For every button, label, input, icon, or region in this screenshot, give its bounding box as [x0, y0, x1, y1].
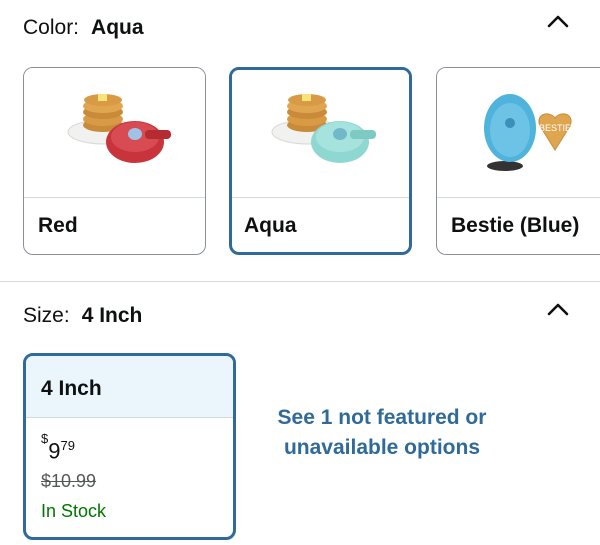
product-image-red [24, 68, 205, 197]
price-fraction: 79 [60, 438, 75, 454]
price: $979 [41, 431, 75, 464]
product-image-aqua [232, 70, 409, 197]
size-option-name: 4 Inch [41, 377, 102, 400]
price-whole: 9 [48, 438, 61, 464]
size-option-header: 4 Inch [26, 356, 233, 418]
color-option-label-aqua: Aqua [244, 214, 297, 237]
selected-color-value: Aqua [91, 16, 144, 39]
price-symbol: $ [41, 431, 49, 446]
section-divider [0, 281, 600, 282]
color-label: Color: [23, 16, 80, 39]
selected-size-value: 4 Inch [81, 304, 143, 327]
availability-status: In Stock [41, 501, 107, 521]
size-header: Size: 4 Inch [23, 304, 600, 328]
collapse-size-chevron-up-icon[interactable] [547, 302, 569, 316]
collapse-color-chevron-up-icon[interactable] [547, 14, 569, 28]
list-price: $10.99 [41, 471, 97, 491]
bestie-badge-text: BESTIE [539, 123, 571, 133]
size-label: Size: [23, 304, 70, 327]
color-swatch-bestie-blue[interactable]: BESTIE Bestie (Blue) [436, 67, 600, 255]
color-option-label-red: Red [38, 214, 78, 237]
color-swatch-red[interactable]: Red [23, 67, 206, 255]
see-unavailable-options-link[interactable]: See 1 not featured or unavailable option… [262, 403, 502, 463]
product-image-bestie-blue: BESTIE [437, 68, 600, 197]
color-swatch-aqua[interactable]: Aqua [229, 67, 412, 255]
color-option-label-bestie-blue: Bestie (Blue) [451, 214, 580, 237]
size-option-4-inch[interactable]: 4 Inch $979 $10.99 In Stock [23, 353, 236, 540]
color-header: Color: Aqua [23, 16, 600, 40]
